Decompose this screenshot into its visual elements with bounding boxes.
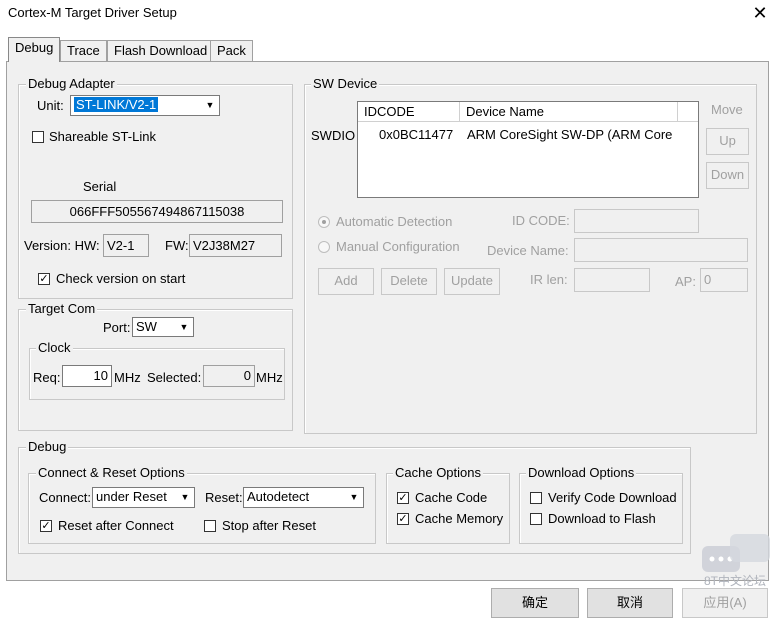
- connect-reset-label: Connect & Reset Options: [36, 465, 187, 480]
- cache-memory-label: Cache Memory: [415, 511, 504, 526]
- reset-after-connect-label: Reset after Connect: [58, 518, 174, 533]
- shareable-label: Shareable ST-Link: [49, 129, 156, 144]
- chevron-down-icon: ▼: [205, 100, 215, 110]
- id-code-input[interactable]: [574, 209, 699, 233]
- close-icon[interactable]: ✕: [748, 2, 772, 24]
- connect-reset-group: [28, 473, 376, 544]
- unit-label: Unit:: [37, 98, 64, 113]
- fw-version-field: V2J38M27: [189, 234, 282, 257]
- download-to-flash-label: Download to Flash: [548, 511, 656, 526]
- debug-adapter-group: [18, 84, 293, 299]
- clock-label: Clock: [36, 340, 73, 355]
- unit-select[interactable]: ST-LINK/V2-1 ▼: [70, 95, 220, 116]
- update-button[interactable]: Update: [444, 268, 500, 295]
- cache-code-label: Cache Code: [415, 490, 488, 505]
- selected-label: Selected:: [147, 370, 202, 385]
- connect-select[interactable]: under Reset ▼: [92, 487, 195, 508]
- reset-value: Autodetect: [247, 489, 310, 504]
- stop-after-reset-label: Stop after Reset: [222, 518, 316, 533]
- device-name-label: Device Name:: [487, 243, 569, 258]
- debug-adapter-label: Debug Adapter: [26, 76, 117, 91]
- device-name-input[interactable]: [574, 238, 748, 262]
- add-button[interactable]: Add: [318, 268, 374, 295]
- port-label: Port:: [103, 320, 131, 335]
- column-header-idcode[interactable]: IDCODE: [358, 102, 460, 122]
- watermark-text: 8T中文论坛: [704, 574, 767, 588]
- auto-detect-label: Automatic Detection: [336, 214, 453, 229]
- download-options-label: Download Options: [526, 465, 637, 480]
- window-title: Cortex-M Target Driver Setup: [8, 5, 177, 20]
- manual-config-radio[interactable]: [318, 241, 330, 253]
- tab-pack[interactable]: Pack: [210, 40, 253, 62]
- column-header-device-name[interactable]: Device Name: [460, 102, 678, 122]
- tab-debug[interactable]: Debug: [8, 37, 61, 62]
- sw-device-label: SW Device: [311, 76, 380, 91]
- selected-clock-field: 0: [203, 365, 255, 387]
- chevron-down-icon: ▼: [180, 492, 190, 502]
- stop-after-reset-checkbox[interactable]: [204, 520, 216, 532]
- fw-label: FW:: [165, 238, 189, 253]
- shareable-checkbox[interactable]: [32, 131, 44, 143]
- connect-label: Connect:: [39, 490, 92, 505]
- auto-detect-radio[interactable]: [318, 216, 330, 228]
- req-label: Req:: [33, 370, 61, 385]
- serial-label: Serial: [83, 179, 117, 194]
- move-label: Move: [711, 102, 743, 117]
- connect-value: under Reset: [96, 489, 167, 504]
- cache-code-checkbox[interactable]: [397, 492, 409, 504]
- move-up-button[interactable]: Up: [706, 128, 749, 155]
- chevron-down-icon: ▼: [349, 492, 359, 502]
- reset-select[interactable]: Autodetect ▼: [243, 487, 364, 508]
- verify-download-label: Verify Code Download: [548, 490, 677, 505]
- ap-label: AP:: [675, 274, 696, 289]
- check-version-checkbox[interactable]: [38, 273, 50, 285]
- cache-options-label: Cache Options: [393, 465, 483, 480]
- req-clock-input[interactable]: 10: [62, 365, 112, 387]
- id-code-label: ID CODE:: [512, 213, 570, 228]
- chevron-down-icon: ▼: [179, 322, 189, 332]
- sw-device-table[interactable]: IDCODE Device Name 0x0BC11477 ARM CoreSi…: [357, 101, 699, 198]
- verify-download-checkbox[interactable]: [530, 492, 542, 504]
- hw-version-field: V2-1: [103, 234, 149, 257]
- selected-unit-label: MHz: [256, 370, 283, 385]
- ap-input[interactable]: 0: [700, 268, 748, 292]
- version-hw-label: Version: HW:: [24, 238, 100, 253]
- row-device-name[interactable]: ARM CoreSight SW-DP (ARM Core: [467, 127, 672, 142]
- swdio-label: SWDIO: [311, 128, 356, 143]
- port-value: SW: [136, 319, 157, 334]
- tab-trace[interactable]: Trace: [60, 40, 107, 62]
- check-version-label: Check version on start: [56, 271, 186, 286]
- ir-len-input[interactable]: [574, 268, 650, 292]
- download-options-group: [519, 473, 683, 544]
- row-idcode[interactable]: 0x0BC11477: [379, 127, 453, 142]
- debug-group-label: Debug: [26, 439, 69, 454]
- download-to-flash-checkbox[interactable]: [530, 513, 542, 525]
- reset-label: Reset:: [205, 490, 243, 505]
- target-com-label: Target Com: [26, 301, 98, 316]
- tab-flash-download[interactable]: Flash Download: [107, 40, 215, 62]
- serial-field: 066FFF505567494867115038: [31, 200, 283, 223]
- column-header-spacer: [678, 102, 698, 122]
- port-select[interactable]: SW ▼: [132, 317, 194, 337]
- manual-config-label: Manual Configuration: [336, 239, 460, 254]
- req-unit-label: MHz: [114, 370, 141, 385]
- reset-after-connect-checkbox[interactable]: [40, 520, 52, 532]
- delete-button[interactable]: Delete: [381, 268, 437, 295]
- watermark: 8T中文论坛: [700, 532, 774, 588]
- cache-memory-checkbox[interactable]: [397, 513, 409, 525]
- cache-options-group: [386, 473, 510, 544]
- unit-value: ST-LINK/V2-1: [74, 97, 159, 112]
- ir-len-label: IR len:: [530, 272, 568, 287]
- move-down-button[interactable]: Down: [706, 162, 749, 189]
